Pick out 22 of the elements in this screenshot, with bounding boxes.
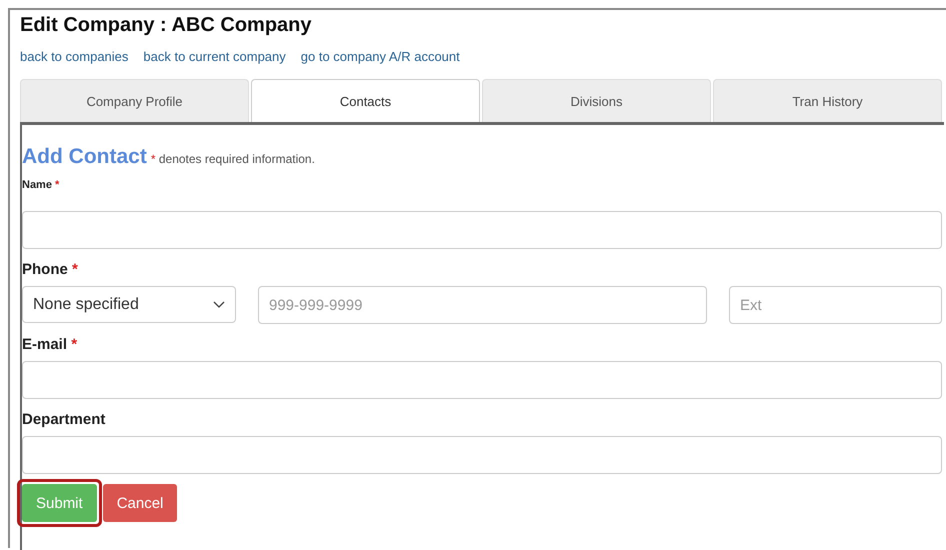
tab[interactable]: Contacts [251, 79, 480, 122]
field-label: E-mail * [22, 336, 78, 353]
form-heading: Add Contact [22, 145, 147, 169]
nav-link[interactable]: back to current company [143, 49, 286, 64]
tab[interactable]: Tran History [713, 79, 942, 122]
page-title: Edit Company : ABC Company [20, 13, 312, 38]
text-field[interactable] [22, 211, 942, 249]
ext-field[interactable]: Ext [729, 286, 942, 324]
chevron-down-icon [213, 300, 225, 308]
phone-type-select[interactable]: None specified [22, 286, 236, 323]
field-label: Department [22, 411, 106, 428]
tab[interactable]: Company Profile [20, 79, 249, 122]
field-label: Name * [22, 179, 60, 191]
nav-link[interactable]: go to company A/R account [300, 49, 460, 64]
nav-link[interactable]: back to companies [20, 49, 128, 64]
text-field[interactable] [22, 436, 942, 474]
text-field[interactable] [22, 361, 942, 399]
cancel-button[interactable]: Cancel [102, 484, 178, 522]
tab[interactable]: Divisions [482, 79, 711, 122]
field-label: Phone * [22, 261, 79, 278]
phone-field[interactable]: 999-999-9999 [258, 286, 707, 324]
required-note: * denotes required information. [150, 152, 315, 166]
